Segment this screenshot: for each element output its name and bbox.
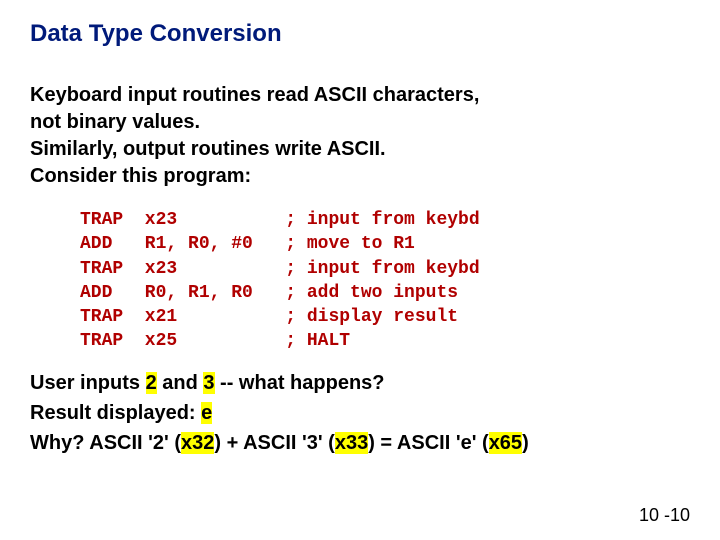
- followup-block: User inputs 2 and 3 -- what happens? Res…: [30, 368, 690, 458]
- intro-line-3: Similarly, output routines write ASCII.: [30, 138, 386, 160]
- why-pre: Why? ASCII '2' (: [30, 432, 181, 454]
- why-post: ): [522, 432, 529, 454]
- intro-line-1: Keyboard input routines read ASCII chara…: [30, 84, 479, 106]
- r-pre: Result displayed:: [30, 402, 201, 424]
- result-line: Result displayed: e: [30, 398, 690, 428]
- intro-paragraph: Keyboard input routines read ASCII chara…: [30, 82, 690, 190]
- why-mid1: ) + ASCII '3' (: [214, 432, 334, 454]
- why-hl-3: x65: [489, 432, 522, 454]
- page-number: 10 -10: [639, 505, 690, 526]
- intro-line-2: not binary values.: [30, 111, 200, 133]
- q-mid: and: [157, 372, 204, 394]
- why-hl-1: x32: [181, 432, 214, 454]
- q-hl-2: 3: [203, 372, 214, 394]
- code-block: TRAP x23 ; input from keybd ADD R1, R0, …: [80, 208, 690, 354]
- why-hl-2: x33: [335, 432, 368, 454]
- why-mid2: ) = ASCII 'e' (: [368, 432, 488, 454]
- r-hl: e: [201, 402, 212, 424]
- q-pre: User inputs: [30, 372, 146, 394]
- slide-title: Data Type Conversion: [30, 20, 690, 48]
- why-line: Why? ASCII '2' (x32) + ASCII '3' (x33) =…: [30, 428, 690, 458]
- q-hl-1: 2: [146, 372, 157, 394]
- intro-line-4: Consider this program:: [30, 165, 251, 187]
- slide: Data Type Conversion Keyboard input rout…: [0, 0, 720, 540]
- question-line: User inputs 2 and 3 -- what happens?: [30, 368, 690, 398]
- q-post: -- what happens?: [215, 372, 385, 394]
